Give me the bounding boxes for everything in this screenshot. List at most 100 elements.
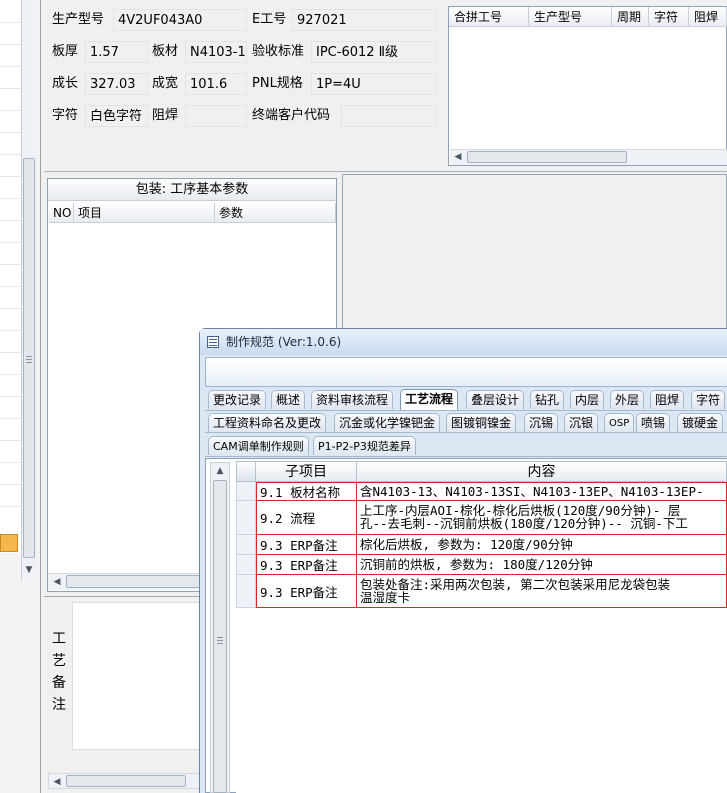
list-row-line: [0, 352, 22, 353]
spec-cell-content[interactable]: 沉铜前的烘板, 参数为: 180度/120分钟: [357, 555, 727, 575]
material-field[interactable]: N4103-1: [185, 41, 247, 63]
acceptance-label: 验收标准: [252, 44, 305, 59]
list-row-line: [0, 440, 22, 441]
spec-cell-content[interactable]: 棕化后烘板, 参数为: 120度/90分钟: [357, 535, 727, 555]
row-header[interactable]: [236, 575, 256, 608]
process-remarks-input[interactable]: [72, 602, 202, 750]
tab-enig-enepig[interactable]: 沉金或化学镍钯金: [334, 413, 441, 432]
tab-hard-gold[interactable]: 镀硬金: [677, 413, 724, 432]
tab-outer-layer[interactable]: 外层: [610, 390, 645, 409]
tab-immersion-tin[interactable]: 沉锡: [524, 413, 559, 432]
tab-immersion-silver[interactable]: 沉银: [564, 413, 599, 432]
list-row-line: [0, 374, 22, 375]
row-header[interactable]: [236, 501, 256, 535]
row-header[interactable]: [236, 555, 256, 575]
grid-header-product-model[interactable]: 生产型号: [529, 7, 612, 27]
spec-cell-subitem[interactable]: 9.3 ERP备注: [256, 555, 357, 575]
acceptance-field[interactable]: IPC-6012 Ⅱ级: [311, 41, 437, 63]
grid-header-solder[interactable]: 阻焊: [689, 7, 727, 27]
spec-header-content[interactable]: 内容: [357, 461, 727, 482]
content-line: 沉铜前的烘板, 参数为: 180度/120分钟: [360, 557, 593, 572]
content-line: 含N4103-13、N4103-13SI、N4103-13EP、N4103-13…: [360, 484, 704, 499]
row-header[interactable]: [236, 535, 256, 555]
dialog-toolbar: [205, 357, 727, 387]
grip-line: [26, 356, 32, 357]
remark-label-char: 注: [52, 697, 66, 713]
list-row-line: [0, 462, 22, 463]
spec-cell-content[interactable]: 含N4103-13、N4103-13SI、N4103-13EP、N4103-13…: [357, 482, 727, 501]
spec-header-subitem[interactable]: 子项目: [256, 461, 357, 482]
pack-scroll-thumb[interactable]: [66, 575, 206, 588]
thickness-field[interactable]: 1.57: [85, 41, 148, 63]
tab-process-flow[interactable]: 工艺流程: [400, 389, 459, 410]
tab-plated-nickel-gold[interactable]: 图镀铜镍金: [446, 413, 517, 432]
left-list[interactable]: [0, 0, 22, 553]
scroll-left-icon[interactable]: ◀: [50, 775, 64, 789]
grid-header-period[interactable]: 周期: [612, 7, 649, 27]
end-customer-label: 终端客户代码: [252, 108, 331, 123]
tab-inner-layer[interactable]: 内层: [570, 390, 605, 409]
width-field[interactable]: 101.6: [185, 73, 247, 95]
tab-hasl[interactable]: 喷锡: [636, 413, 671, 432]
spec-cell-content[interactable]: 上工序-内层AOI-棕化-棕化后烘板(120度/90分钟)- 层 孔--去毛刺-…: [357, 501, 727, 535]
scroll-up-icon[interactable]: ▲: [213, 464, 227, 478]
list-row-line: [0, 242, 22, 243]
tab-stackup[interactable]: 叠层设计: [466, 390, 525, 409]
e-number-label: E工号: [252, 12, 287, 27]
pack-header-item[interactable]: 项目: [74, 203, 215, 223]
grid-header-legend[interactable]: 字符: [649, 7, 689, 27]
tab-overview[interactable]: 概述: [271, 390, 306, 409]
legend-label: 字符: [52, 108, 79, 123]
merge-jobs-grid[interactable]: [448, 6, 727, 166]
selected-list-item[interactable]: [0, 534, 18, 552]
tab-change-log[interactable]: 更改记录: [208, 390, 267, 409]
solder-mask-field[interactable]: [185, 105, 247, 127]
remark-label-char: 备: [52, 675, 66, 691]
content-line: 孔--去毛刺--沉铜前烘板(180度/120分钟)-- 沉铜-下工: [360, 516, 688, 531]
tab-row-baseline: [205, 456, 727, 457]
end-customer-field[interactable]: [341, 105, 437, 127]
tab-legend[interactable]: 字符: [691, 390, 726, 409]
right-detail-panel: [342, 174, 727, 334]
tab-drilling[interactable]: 钻孔: [530, 390, 565, 409]
grip-line: [26, 359, 32, 360]
tab-data-review[interactable]: 资料审核流程: [311, 390, 394, 409]
grid-header-merge-job[interactable]: 合拼工号: [449, 7, 529, 27]
list-row-line: [0, 396, 22, 397]
window-icon-line: [209, 345, 217, 346]
row-header[interactable]: [236, 482, 256, 501]
spec-cell-subitem[interactable]: 9.3 ERP备注: [256, 575, 357, 608]
spec-cell-content[interactable]: 包装处备注:采用两次包装, 第二次包装采用尼龙袋包装 温湿度卡: [357, 575, 727, 608]
pack-header-no[interactable]: NO: [49, 203, 74, 223]
length-field[interactable]: 327.03: [85, 73, 148, 95]
pack-header-param[interactable]: 参数: [215, 203, 336, 223]
tab-cam-rules[interactable]: CAM调单制作规则: [208, 436, 309, 455]
window-icon-line: [209, 342, 217, 343]
grid-scroll-thumb[interactable]: [467, 151, 627, 163]
list-row-line: [0, 154, 22, 155]
spec-cell-subitem[interactable]: 9.2 流程: [256, 501, 357, 535]
tab-solder-mask[interactable]: 阻焊: [650, 390, 685, 409]
list-row-line: [0, 220, 22, 221]
product-model-field[interactable]: 4V2UF043A0: [113, 9, 247, 31]
e-number-field[interactable]: 927021: [292, 9, 437, 31]
solder-mask-label: 阻焊: [152, 108, 179, 123]
remarks-scroll-thumb[interactable]: [66, 775, 186, 787]
grip-line: [217, 640, 223, 641]
list-row-line: [0, 44, 22, 45]
scroll-down-icon[interactable]: ▼: [22, 562, 36, 578]
select-all-corner[interactable]: [236, 461, 256, 482]
process-remarks-label: 工 艺 备 注: [50, 628, 68, 716]
legend-field[interactable]: 白色字符: [85, 105, 148, 127]
tab-naming-change[interactable]: 工程资料命名及更改: [208, 413, 327, 432]
packing-panel-title: 包装: 工序基本参数: [48, 179, 336, 201]
scroll-left-icon[interactable]: ◀: [451, 150, 465, 164]
scroll-left-icon[interactable]: ◀: [50, 575, 64, 589]
spec-cell-subitem[interactable]: 9.1 板材名称: [256, 482, 357, 501]
product-model-label: 生产型号: [52, 12, 105, 27]
left-scroll-thumb[interactable]: [23, 158, 35, 558]
spec-cell-subitem[interactable]: 9.3 ERP备注: [256, 535, 357, 555]
pnl-field[interactable]: 1P=4U: [311, 73, 437, 95]
tab-osp[interactable]: OSP: [604, 413, 635, 432]
tab-p1-p2-p3-diff[interactable]: P1-P2-P3规范差异: [313, 436, 416, 455]
